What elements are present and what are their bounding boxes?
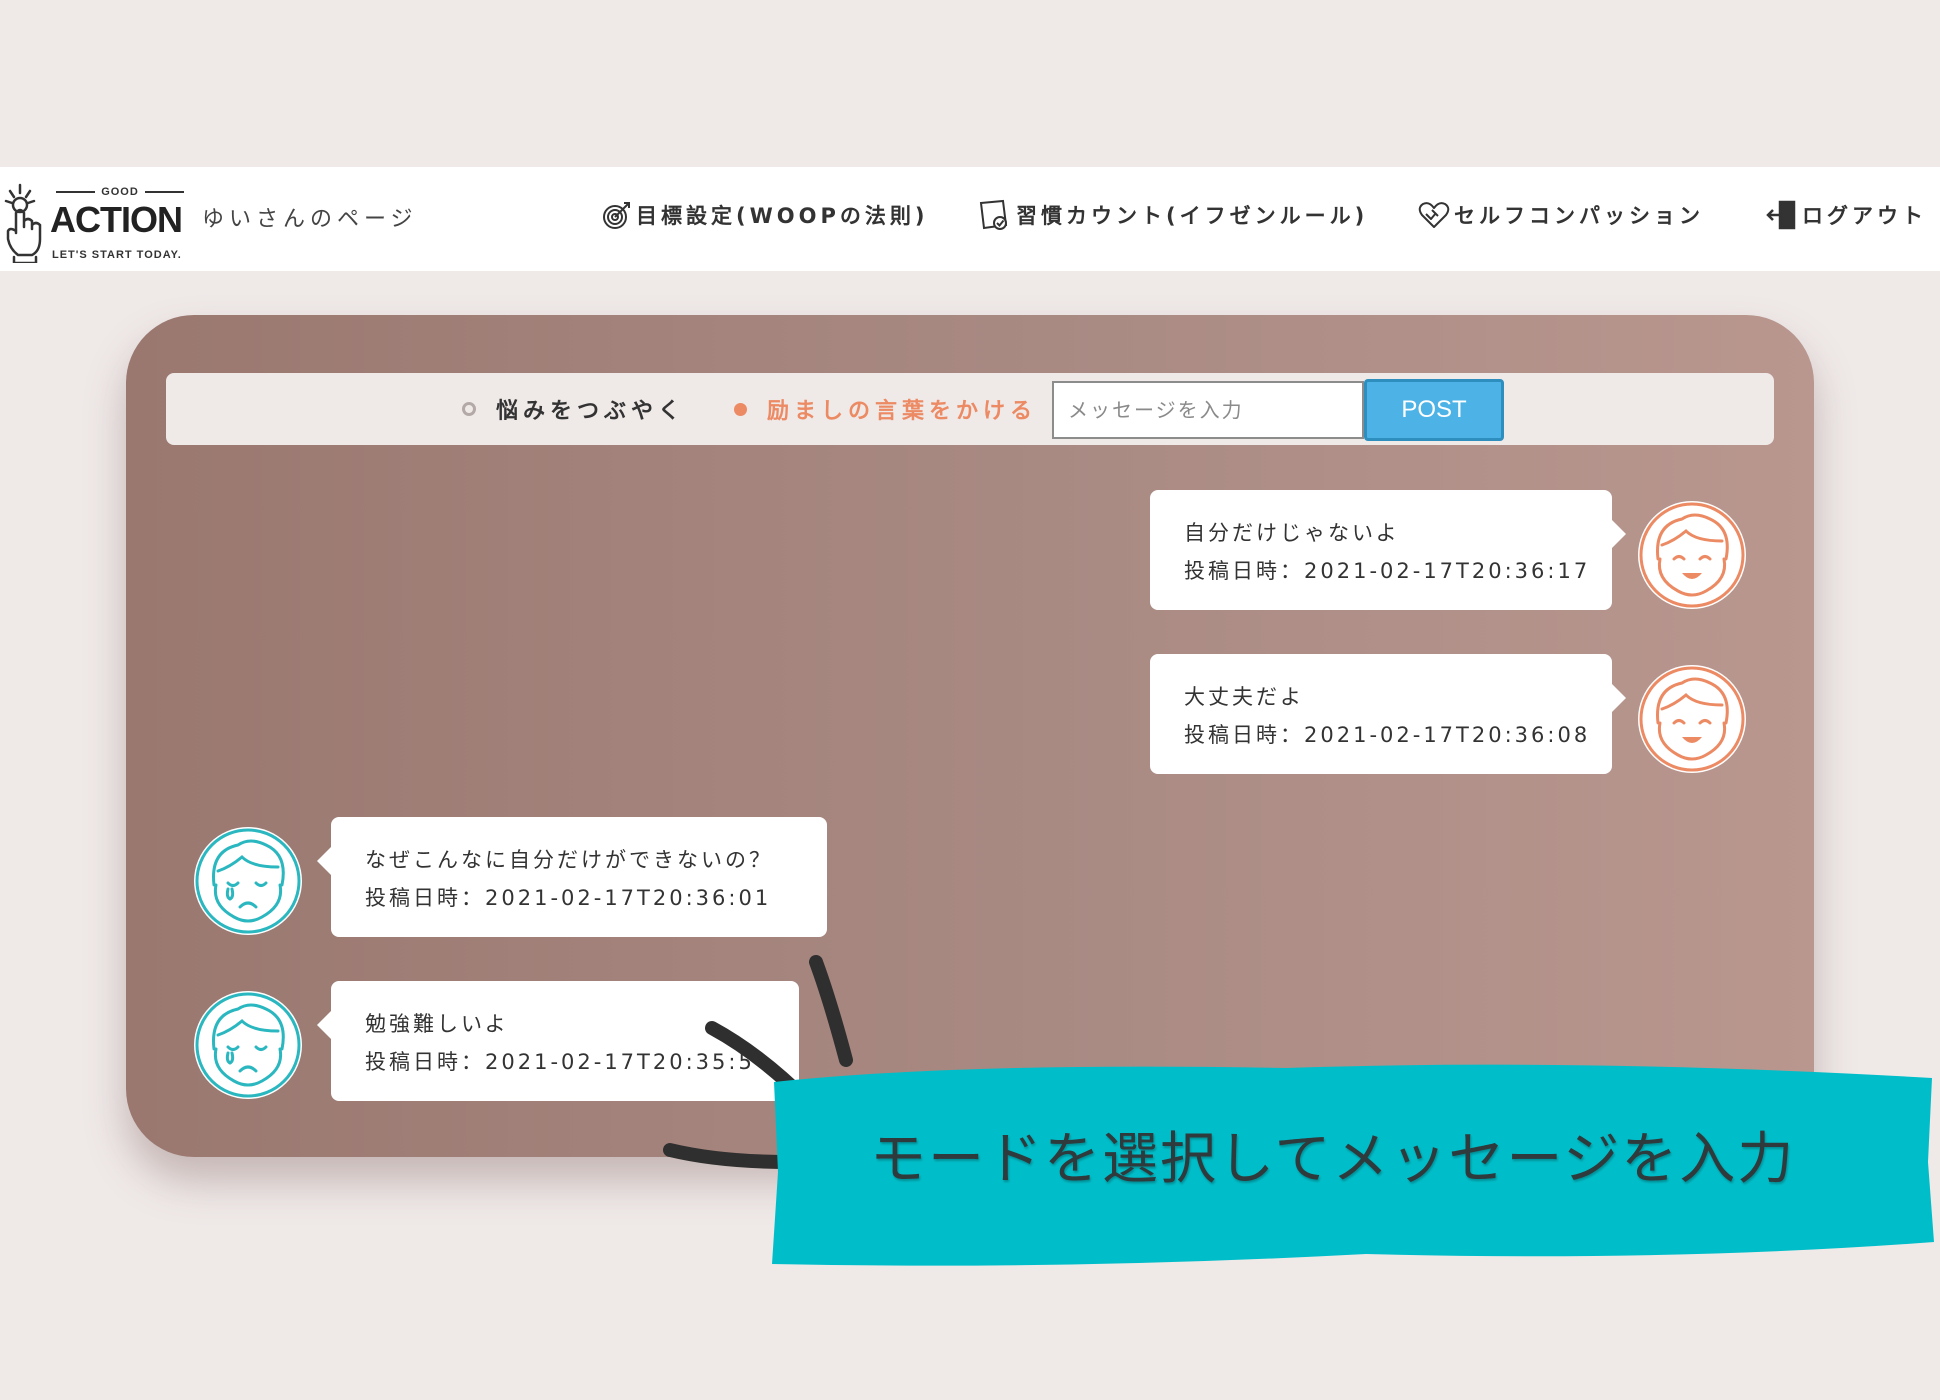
mode-encourage-radio[interactable] xyxy=(734,402,747,416)
logout-icon xyxy=(1766,200,1796,230)
top-navigation-bar: GOOD ACTION LET'S START TODAY. ゆいさんのページ … xyxy=(0,167,1940,271)
nav-habit-label: 習慣カウント(イフゼンルール) xyxy=(1016,204,1369,228)
crying-face-icon xyxy=(195,992,301,1098)
happy-face-avatar xyxy=(1638,665,1746,773)
nav-woop-label: 目標設定(WOOPの法則) xyxy=(636,204,929,228)
posted-label: 投稿日時： xyxy=(365,1050,485,1074)
crying-face-avatar xyxy=(194,827,302,935)
happy-face-icon xyxy=(1639,502,1745,608)
posted-label: 投稿日時： xyxy=(1184,559,1304,583)
message-timestamp: 投稿日時： 2021-02-17T20:36:17 xyxy=(1184,552,1587,590)
posted-datetime: 2021-02-17T20:36:01 xyxy=(485,886,772,910)
mode-encourage-label: 励ましの言葉をかける xyxy=(767,399,1038,424)
posted-label: 投稿日時： xyxy=(365,886,485,910)
chat-bubble: 自分だけじゃないよ 投稿日時： 2021-02-17T20:36:17 xyxy=(1150,490,1626,610)
chat-bubble: 大丈夫だよ 投稿日時： 2021-02-17T20:36:08 xyxy=(1150,654,1626,774)
crying-face-avatar xyxy=(194,991,302,1099)
mode-vent-radio[interactable] xyxy=(462,402,476,416)
crying-face-icon xyxy=(195,828,301,934)
mode-vent-worry[interactable]: 悩みをつぶやく xyxy=(462,373,685,445)
logo-tagline: LET'S START TODAY. xyxy=(52,249,182,261)
happy-face-avatar xyxy=(1638,501,1746,609)
instruction-callout: モードを選択してメッセージを入力 xyxy=(766,1052,1936,1270)
nav-habit-count[interactable]: 習慣カウント(イフゼンルール) xyxy=(978,195,1368,235)
target-icon xyxy=(603,202,630,229)
message-text: 大丈夫だよ xyxy=(1184,685,1304,709)
post-button[interactable]: POST xyxy=(1364,379,1504,441)
instruction-text: モードを選択してメッセージを入力 xyxy=(870,1127,1796,1192)
nav-logout[interactable]: ログアウト xyxy=(1766,195,1927,235)
message-text: なぜこんなに自分だけができないの？ xyxy=(365,848,773,872)
nav-self-compassion-label: セルフコンパッション xyxy=(1454,204,1704,228)
chat-board-card: 悩みをつぶやく 励ましの言葉をかける POST 自分だけじゃないよ 投稿日時：2… xyxy=(126,315,1814,1157)
nav-self-compassion[interactable]: セルフコンパッション xyxy=(1418,195,1704,235)
chat-bubble: なぜこんなに自分だけができないの？ 投稿日時： 2021-02-17T20:36:… xyxy=(317,817,827,937)
posted-datetime: 2021-02-17T20:36:08 xyxy=(1304,723,1591,747)
logo-action-text: ACTION xyxy=(50,199,183,240)
good-action-logo[interactable]: GOOD ACTION LET'S START TODAY. xyxy=(4,177,184,263)
tap-hand-icon xyxy=(4,183,42,263)
message-timestamp: 投稿日時： 2021-02-17T20:36:01 xyxy=(365,879,793,917)
happy-face-icon xyxy=(1639,666,1745,772)
mode-vent-label: 悩みをつぶやく xyxy=(496,399,686,424)
heart-hands-icon xyxy=(1418,202,1450,228)
posted-label: 投稿日時： xyxy=(1184,723,1304,747)
mode-selector-bar: 悩みをつぶやく 励ましの言葉をかける POST xyxy=(166,373,1774,445)
message-input[interactable] xyxy=(1052,381,1364,439)
user-page-title: ゆいさんのページ xyxy=(202,207,418,232)
notebook-check-icon xyxy=(979,199,1008,230)
message-timestamp: 投稿日時： 2021-02-17T20:36:08 xyxy=(1184,716,1587,754)
mode-encourage[interactable]: 励ましの言葉をかける xyxy=(734,373,1037,445)
nav-logout-label: ログアウト xyxy=(1802,204,1927,228)
posted-datetime: 2021-02-17T20:36:17 xyxy=(1304,559,1591,583)
nav-woop-goal-setting[interactable]: 目標設定(WOOPの法則) xyxy=(602,195,928,235)
logo-good-text: GOOD xyxy=(56,185,184,199)
message-text: 自分だけじゃないよ xyxy=(1184,521,1400,545)
